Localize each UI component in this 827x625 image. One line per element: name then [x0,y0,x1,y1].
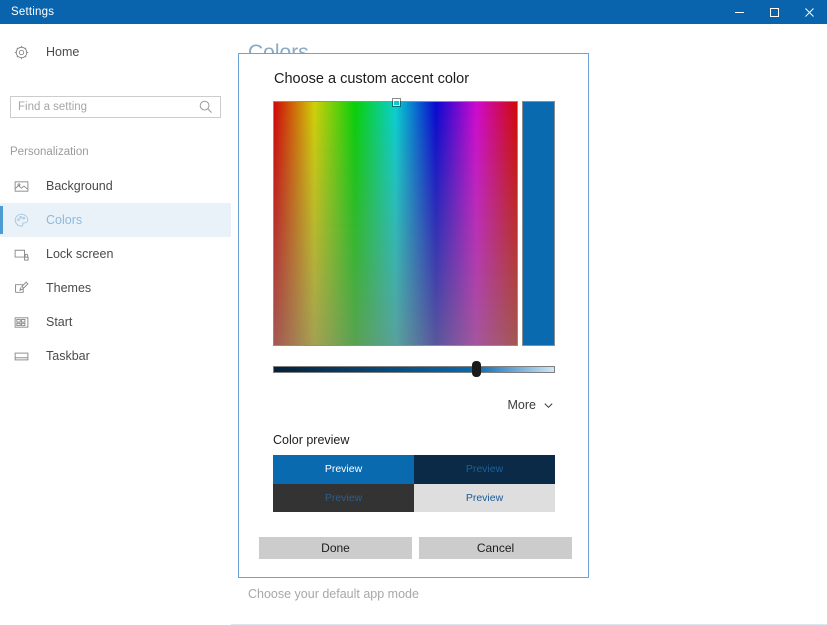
sidebar-item-start[interactable]: Start [0,305,231,339]
sidebar-item-themes[interactable]: Themes [0,271,231,305]
sidebar-nav-list: Background Colors Lock sc [0,169,231,373]
default-app-mode-label: Choose your default app mode [248,587,419,601]
dialog-title: Choose a custom accent color [274,71,469,87]
maximize-icon [769,7,780,18]
brightness-slider-thumb[interactable] [472,361,481,377]
preview-tile-label: Preview [325,492,362,504]
done-button[interactable]: Done [259,537,412,559]
sidebar-item-taskbar[interactable]: Taskbar [0,339,231,373]
dialog-footer: Done Cancel [259,537,572,559]
gear-icon [13,44,30,61]
color-picker-cursor[interactable] [393,99,400,106]
sidebar-item-home-label: Home [46,45,79,59]
window-controls [722,0,827,24]
maximize-button[interactable] [757,0,792,24]
sidebar: Home Personalization Background [0,24,231,608]
sidebar-item-colors-label: Colors [46,213,82,227]
window-title: Settings [11,6,54,18]
sidebar-item-lock-screen[interactable]: Lock screen [0,237,231,271]
more-toggle[interactable]: More [508,398,554,412]
chevron-down-icon [543,400,554,411]
start-icon [13,314,30,331]
preview-tile-label: Preview [466,463,503,475]
sidebar-item-background-label: Background [46,179,113,193]
value-shade-layer [274,102,517,345]
preview-tile-light-mode: Preview [414,484,555,513]
sidebar-item-start-label: Start [46,315,72,329]
close-button[interactable] [792,0,827,24]
search-box[interactable] [10,96,221,118]
more-label: More [508,398,536,412]
sidebar-item-home[interactable]: Home [0,37,231,67]
sidebar-item-lock-screen-label: Lock screen [46,247,113,261]
search-icon [196,97,216,117]
sidebar-item-themes-label: Themes [46,281,91,295]
minimize-icon [734,7,745,18]
cancel-button[interactable]: Cancel [419,537,572,559]
search-input[interactable] [11,101,196,113]
lock-screen-icon [13,246,30,263]
color-preview-label: Color preview [273,433,349,447]
palette-icon [13,212,30,229]
color-preview-grid: Preview Preview Preview Preview [273,455,555,512]
sidebar-item-background[interactable]: Background [0,169,231,203]
color-picker-field[interactable] [273,101,518,346]
preview-tile-dark-mode: Preview [273,484,414,513]
preview-tile-label: Preview [325,463,362,475]
themes-icon [13,280,30,297]
title-bar: Settings [0,0,827,24]
close-icon [804,7,815,18]
current-color-swatch [522,101,555,346]
sidebar-section-title: Personalization [10,146,89,158]
taskbar-icon [13,348,30,365]
image-icon [13,178,30,195]
brightness-slider[interactable] [273,361,555,377]
minimize-button[interactable] [722,0,757,24]
preview-tile-light-accent: Preview [273,455,414,484]
preview-tile-label: Preview [466,492,503,504]
sidebar-item-taskbar-label: Taskbar [46,349,90,363]
brightness-slider-track[interactable] [273,366,555,373]
preview-tile-dark-accent: Preview [414,455,555,484]
sidebar-item-colors[interactable]: Colors [0,203,231,237]
custom-accent-color-dialog: Choose a custom accent color More Color … [238,53,589,578]
